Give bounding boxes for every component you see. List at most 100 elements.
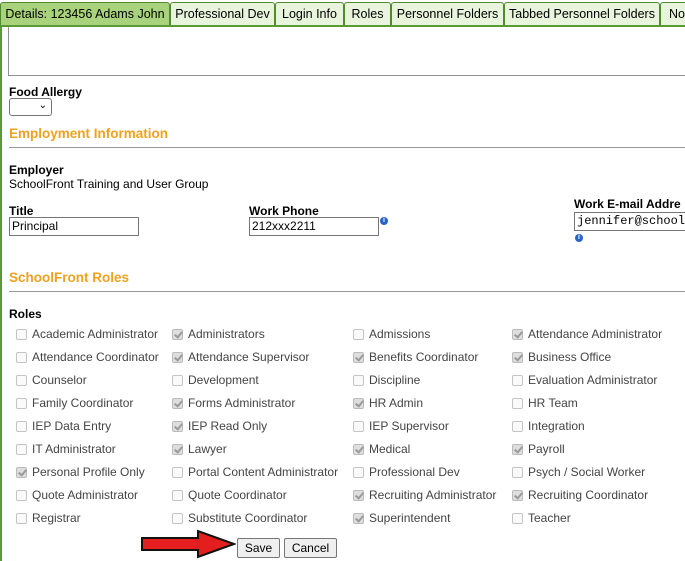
tab-tabbed-personnel-folders[interactable]: Tabbed Personnel Folders xyxy=(504,2,660,25)
role-label: Attendance Administrator xyxy=(528,327,663,341)
tab-bar: Details: 123456 Adams John Professional … xyxy=(0,0,685,26)
role-label: Evaluation Administrator xyxy=(528,373,658,387)
role-label: IT Administrator xyxy=(32,442,116,456)
role-checkbox[interactable] xyxy=(172,398,183,409)
role-label: Superintendent xyxy=(369,511,451,525)
role-label: Development xyxy=(188,373,259,387)
role-checkbox[interactable] xyxy=(512,398,523,409)
role-checkbox[interactable] xyxy=(512,329,523,340)
role-checkbox[interactable] xyxy=(16,329,27,340)
tab-details[interactable]: Details: 123456 Adams John xyxy=(0,2,170,25)
role-label: Registrar xyxy=(32,511,81,525)
tab-personnel-folders[interactable]: Personnel Folders xyxy=(391,2,504,25)
employment-divider xyxy=(9,147,685,148)
role-checkbox[interactable] xyxy=(512,352,523,363)
role-label: Admissions xyxy=(369,327,431,341)
tab-not[interactable]: Not xyxy=(660,2,685,25)
role-checkbox[interactable] xyxy=(353,421,364,432)
work-phone-input[interactable]: 212xxx2211 xyxy=(249,217,379,236)
role-checkbox[interactable] xyxy=(172,352,183,363)
role-checkbox[interactable] xyxy=(512,421,523,432)
role-label: Personal Profile Only xyxy=(32,465,145,479)
title-label: Title xyxy=(9,204,34,218)
cancel-button[interactable]: Cancel xyxy=(284,538,337,558)
role-checkbox[interactable] xyxy=(172,513,183,524)
role-checkbox[interactable] xyxy=(353,398,364,409)
role-label: Recruiting Administrator xyxy=(369,488,497,502)
red-arrow-icon xyxy=(141,529,236,559)
role-label: Discipline xyxy=(369,373,421,387)
role-label: Quote Coordinator xyxy=(188,488,287,502)
food-allergy-select[interactable]: ⌄ xyxy=(9,98,52,116)
save-button[interactable]: Save xyxy=(237,538,280,558)
role-label: Payroll xyxy=(528,442,565,456)
tab-professional-dev[interactable]: Professional Dev xyxy=(170,2,275,25)
role-label: Administrators xyxy=(188,327,265,341)
role-checkbox[interactable] xyxy=(512,375,523,386)
info-icon[interactable]: i xyxy=(575,234,583,242)
role-label: Medical xyxy=(369,442,411,456)
role-checkbox[interactable] xyxy=(172,375,183,386)
role-checkbox[interactable] xyxy=(353,329,364,340)
roles-label: Roles xyxy=(9,307,42,321)
role-checkbox[interactable] xyxy=(353,513,364,524)
role-label: Quote Administrator xyxy=(32,488,139,502)
role-checkbox[interactable] xyxy=(353,444,364,455)
role-checkbox[interactable] xyxy=(16,467,27,478)
role-checkbox[interactable] xyxy=(353,490,364,501)
role-label: Academic Administrator xyxy=(32,327,159,341)
role-checkbox[interactable] xyxy=(512,513,523,524)
role-label: HR Admin xyxy=(369,396,424,410)
role-checkbox[interactable] xyxy=(172,467,183,478)
role-checkbox[interactable] xyxy=(16,421,27,432)
employer-label: Employer xyxy=(9,163,64,177)
role-label: Professional Dev xyxy=(369,465,460,479)
employer-value: SchoolFront Training and User Group xyxy=(9,177,209,191)
role-label: Family Coordinator xyxy=(32,396,134,410)
role-checkbox[interactable] xyxy=(172,421,183,432)
role-checkbox[interactable] xyxy=(16,375,27,386)
role-label: HR Team xyxy=(528,396,578,410)
roles-divider xyxy=(9,291,685,292)
work-phone-label: Work Phone xyxy=(249,204,319,218)
role-label: Business Office xyxy=(528,350,612,364)
info-icon[interactable]: i xyxy=(380,217,388,225)
role-label: Teacher xyxy=(528,511,571,525)
role-checkbox[interactable] xyxy=(512,467,523,478)
role-label: Lawyer xyxy=(188,442,227,456)
role-checkbox[interactable] xyxy=(16,352,27,363)
role-label: Forms Administrator xyxy=(188,396,296,410)
role-checkbox[interactable] xyxy=(353,467,364,478)
role-label: Recruiting Coordinator xyxy=(528,488,649,502)
tab-login-info[interactable]: Login Info xyxy=(275,2,344,25)
role-checkbox[interactable] xyxy=(512,490,523,501)
work-email-input[interactable]: jennifer@school xyxy=(574,212,685,231)
content-left-border xyxy=(0,26,2,561)
role-checkbox[interactable] xyxy=(16,490,27,501)
role-checkbox[interactable] xyxy=(353,352,364,363)
chevron-down-icon: ⌄ xyxy=(38,100,47,111)
role-checkbox[interactable] xyxy=(16,513,27,524)
role-checkbox[interactable] xyxy=(172,329,183,340)
role-label: IEP Read Only xyxy=(188,419,268,433)
work-email-label: Work E-mail Addre xyxy=(574,197,681,211)
employment-heading: Employment Information xyxy=(9,126,169,141)
role-label: Attendance Coordinator xyxy=(32,350,159,364)
role-label: Counselor xyxy=(32,373,87,387)
food-allergy-label: Food Allergy xyxy=(9,85,82,99)
role-label: Portal Content Administrator xyxy=(188,465,339,479)
role-label: Substitute Coordinator xyxy=(188,511,308,525)
role-checkbox[interactable] xyxy=(512,444,523,455)
role-checkbox[interactable] xyxy=(16,398,27,409)
role-label: Psych / Social Worker xyxy=(528,465,646,479)
role-checkbox[interactable] xyxy=(16,444,27,455)
role-checkbox[interactable] xyxy=(172,490,183,501)
role-checkbox[interactable] xyxy=(172,444,183,455)
notes-textarea[interactable] xyxy=(8,27,685,76)
role-label: Integration xyxy=(528,419,585,433)
role-label: Benefits Coordinator xyxy=(369,350,479,364)
title-input[interactable]: Principal xyxy=(9,217,139,236)
role-label: IEP Supervisor xyxy=(369,419,449,433)
tab-roles[interactable]: Roles xyxy=(344,2,391,25)
role-checkbox[interactable] xyxy=(353,375,364,386)
